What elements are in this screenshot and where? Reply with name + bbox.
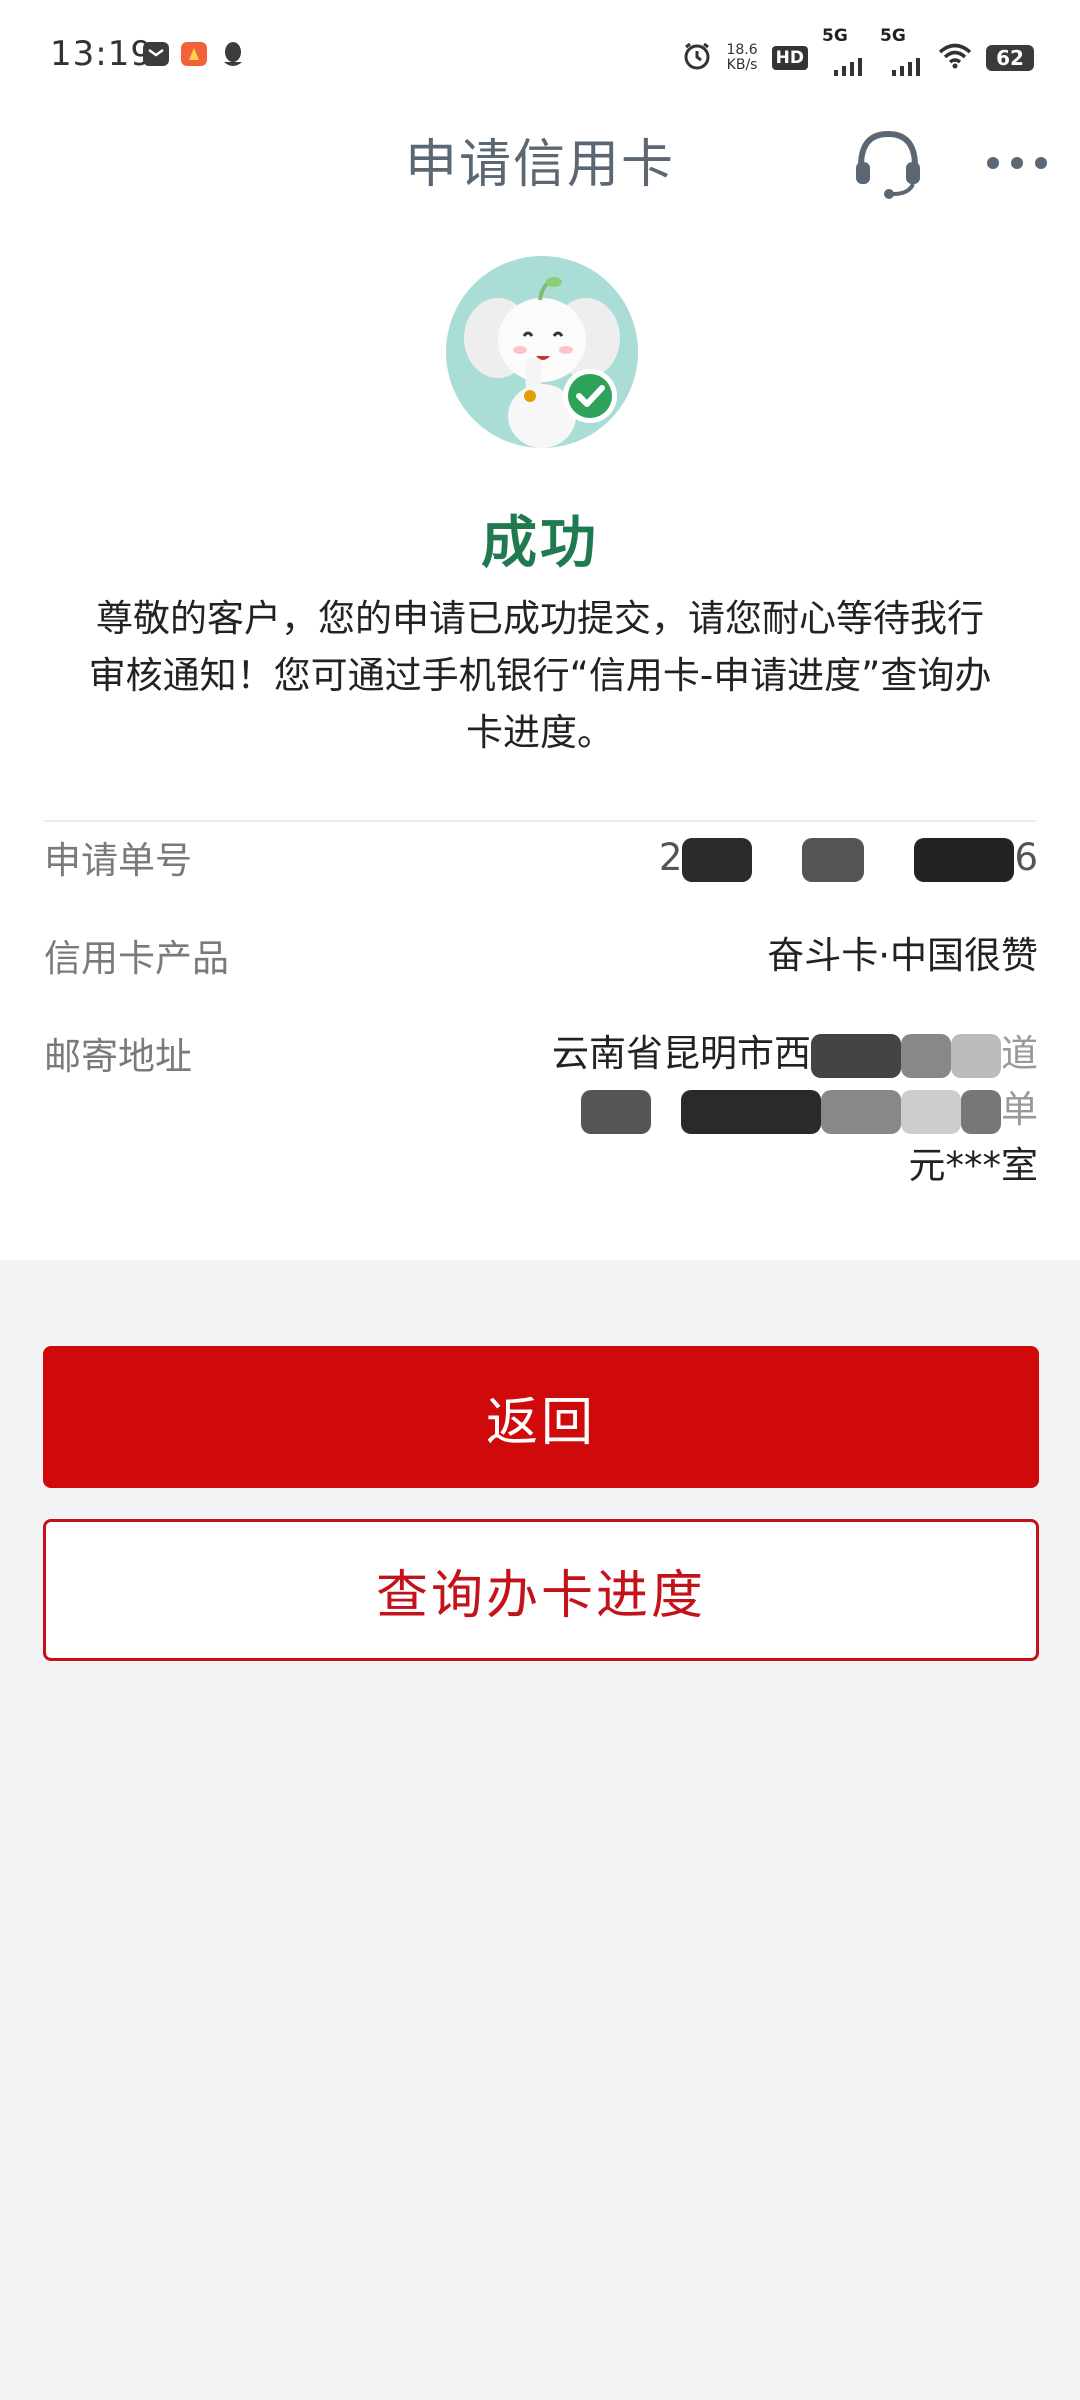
result-description: 尊敬的客户，您的申请已成功提交，请您耐心等待我行审核通知！您可通过手机银行“信用…: [88, 597, 992, 754]
more-icon: [987, 157, 1047, 169]
query-progress-button[interactable]: 查询办卡进度: [43, 1519, 1039, 1661]
redacted-block: [581, 1089, 651, 1134]
application-number-value: 26: [659, 830, 1038, 886]
redacted-block: [681, 1089, 821, 1134]
elephant-mascot-icon: [446, 256, 638, 448]
customer-service-icon: [856, 130, 920, 199]
mailing-address-value: 云南省昆明市西 道 单 元***室: [478, 1026, 1038, 1194]
customer-service-button[interactable]: [843, 118, 933, 208]
redacted-block: [802, 837, 865, 882]
mailing-address-row: 邮寄地址 云南省昆明市西 道 单 元***室: [44, 1026, 1038, 1206]
battery-level: 62: [996, 46, 1024, 70]
redacted-block: [651, 1090, 681, 1134]
redacted-block: [914, 837, 1015, 882]
signal-2-label: 5G: [880, 26, 906, 46]
card-product-label: 信用卡产品: [44, 937, 229, 980]
address-line-1-prefix: 云南省昆明市西: [552, 1032, 811, 1075]
signal-2-bars-icon: [892, 58, 920, 76]
redacted-block: [864, 838, 914, 882]
redacted-block: [951, 1033, 1001, 1078]
back-button[interactable]: 返回: [43, 1346, 1039, 1488]
redacted-block: [821, 1089, 901, 1134]
address-line-1-suffix: 道: [1001, 1032, 1038, 1075]
address-line-2: 单: [478, 1082, 1038, 1138]
result-title: 成功: [481, 511, 599, 576]
net-speed: 18.6 KB/s: [726, 43, 757, 73]
application-number-suffix: 6: [1014, 836, 1038, 879]
wifi-icon: [938, 43, 972, 73]
battery-indicator: 62: [986, 45, 1034, 71]
result-card: 成功 尊敬的客户，您的申请已成功提交，请您耐心等待我行审核通知！您可通过手机银行…: [0, 212, 1080, 1260]
signal-1: 5G: [822, 26, 866, 78]
status-time: 13:19: [50, 34, 153, 74]
application-number-label: 申请单号: [44, 839, 192, 882]
signal-1-bars-icon: [834, 58, 862, 76]
card-product-value: 奋斗卡·中国很赞: [767, 934, 1038, 977]
redacted-block: [961, 1089, 1001, 1134]
redacted-block: [752, 838, 802, 882]
hd-badge: HD: [771, 46, 808, 70]
redacted-block: [811, 1033, 901, 1078]
card-product-row: 信用卡产品 奋斗卡·中国很赞: [44, 928, 1038, 988]
address-line-2-suffix: 单: [1001, 1088, 1038, 1131]
hd-label: HD: [775, 48, 804, 68]
status-bar: 13:19 18.6 KB/s HD 5G 5G 62: [0, 0, 1080, 112]
signal-2: 5G: [880, 26, 924, 78]
more-button[interactable]: [972, 118, 1062, 208]
signal-1-label: 5G: [822, 26, 848, 46]
alarm-icon: [682, 41, 712, 75]
divider: [44, 820, 1036, 822]
address-line-3: 元***室: [908, 1144, 1039, 1187]
redacted-block: [682, 837, 753, 882]
net-speed-value: 18.6: [726, 42, 758, 58]
redacted-block: [901, 1033, 951, 1078]
status-right-group: 18.6 KB/s HD 5G 5G 62: [682, 26, 1034, 80]
app-header: 申请信用卡: [0, 112, 1080, 212]
application-number-prefix: 2: [658, 836, 683, 879]
application-number-row: 申请单号 26: [44, 830, 1038, 890]
redacted-block: [901, 1089, 961, 1134]
address-line-1: 云南省昆明市西 道: [478, 1026, 1038, 1082]
qq-icon: [220, 40, 246, 72]
mailing-address-label: 邮寄地址: [44, 1035, 192, 1078]
app-notification-icon: [180, 40, 208, 72]
net-speed-unit: KB/s: [726, 57, 758, 73]
mail-icon: [142, 40, 170, 72]
